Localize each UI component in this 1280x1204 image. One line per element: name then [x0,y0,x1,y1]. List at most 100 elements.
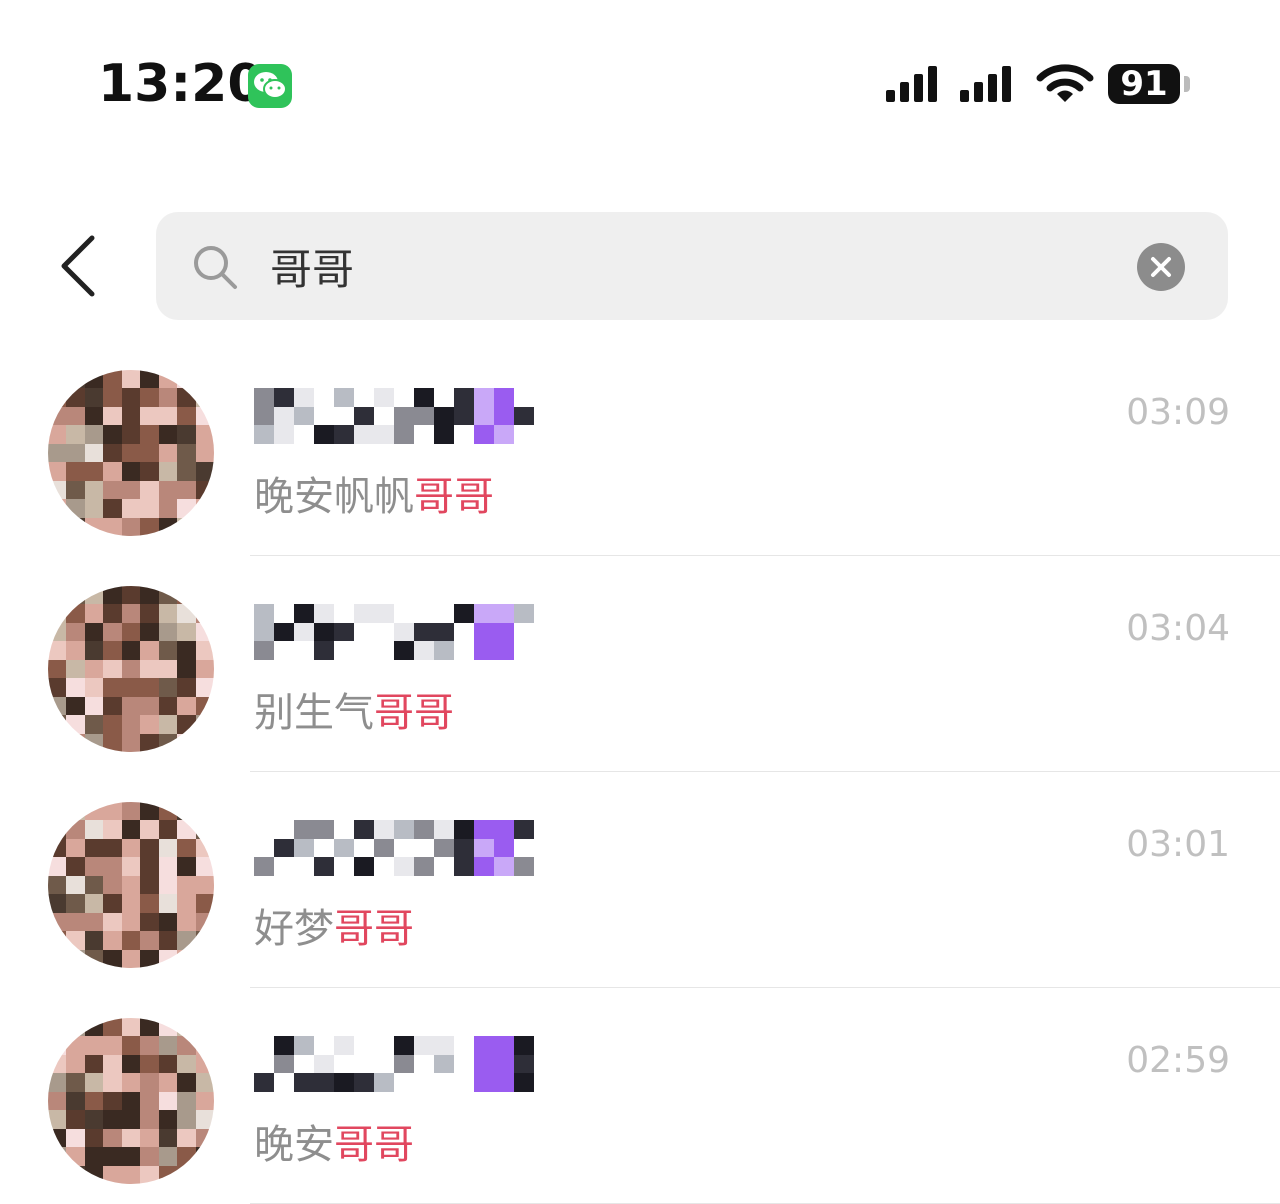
mosaic-tile [48,733,67,752]
back-button[interactable] [52,232,108,300]
mosaic-tile [494,425,514,444]
mosaic-tile [314,1054,334,1074]
mosaic-tile [84,604,104,623]
mosaic-tile [534,604,554,623]
mosaic-tile [121,388,141,407]
mosaic-tile [177,696,196,716]
mosaic-tile [66,641,85,660]
mosaic-tile [66,875,85,895]
mosaic-tile [294,1054,314,1074]
mosaic-tile [454,604,474,623]
mosaic-tile [554,604,574,623]
mosaic-tile [195,517,214,536]
mosaic-tile [84,1091,104,1111]
mosaic-tile [195,499,214,518]
mosaic-tile [158,462,178,481]
mosaic-tile [254,820,274,839]
mosaic-tile [158,370,178,389]
mosaic-tile [140,838,159,858]
mosaic-tile [121,462,141,481]
mosaic-tile [158,1054,178,1074]
mosaic-tile [195,443,214,463]
mosaic-tile [103,641,122,660]
mosaic-tile [254,388,274,407]
mosaic-tile [48,641,67,660]
mosaic-tile [66,912,85,932]
chat-result-row[interactable]: 03:04 别生气哥哥 [0,556,1280,772]
mosaic-tile [140,586,159,605]
mosaic-tile [274,388,294,407]
mosaic-tile [158,480,178,500]
mosaic-tile [314,1036,334,1055]
mosaic-tile [121,820,141,839]
mosaic-tile [66,370,85,389]
mosaic-tile [195,604,214,623]
mosaic-tile [274,820,294,839]
mosaic-tile [494,820,514,839]
chat-result-row[interactable]: 03:09 晚安帆帆哥哥 [0,340,1280,556]
mosaic-tile [514,604,534,623]
mosaic-tile [103,659,122,679]
cellular-signal-2-icon [960,66,1011,102]
mosaic-tile [84,1018,104,1037]
clear-search-button[interactable] [1137,243,1185,291]
mosaic-tile [514,857,534,876]
mosaic-tile [195,1110,214,1129]
mosaic-tile [514,622,534,642]
mosaic-tile [195,425,214,444]
chat-result-row[interactable]: 03:01 好梦哥哥 [0,772,1280,988]
mosaic-tile [140,1147,159,1166]
mosaic-tile [195,931,214,950]
mosaic-tile [474,641,494,660]
mosaic-tile [66,462,85,481]
mosaic-tile [103,949,122,968]
mosaic-tile [140,622,159,642]
chat-result-row[interactable]: 02:59 晚安哥哥 [0,988,1280,1204]
mosaic-tile [121,838,141,858]
mosaic-tile [103,912,122,932]
mosaic-tile [84,931,104,950]
mosaic-tile [103,875,122,895]
mosaic-tile [103,802,122,821]
mosaic-tile [158,406,178,426]
avatar-pixelated [48,802,214,968]
mosaic-tile [534,425,554,444]
close-icon [1151,257,1171,277]
mosaic-tile [140,1073,159,1092]
mosaic-tile [454,425,474,444]
mosaic-tile [48,678,67,697]
mosaic-tile [140,406,159,426]
mosaic-tile [103,931,122,950]
mosaic-tile [354,604,374,623]
mosaic-tile [140,715,159,734]
mosaic-tile [177,370,196,389]
mosaic-tile [177,949,196,968]
avatar-pixelated [48,1018,214,1184]
mosaic-tile [48,480,67,500]
mosaic-tile [177,857,196,876]
mosaic-tile [48,802,67,821]
mosaic-tile [454,1036,474,1055]
mosaic-tile [177,1054,196,1074]
mosaic-tile [48,517,67,536]
mosaic-tile [314,604,334,623]
mosaic-tile [66,715,85,734]
mosaic-tile [195,838,214,858]
mosaic-tile [158,641,178,660]
mosaic-tile [177,1091,196,1111]
mosaic-tile [66,1036,85,1055]
mosaic-tile [158,1036,178,1055]
mosaic-tile [274,425,294,444]
mosaic-tile [534,857,554,876]
mosaic-tile [314,1073,334,1092]
mosaic-tile [103,1091,122,1111]
mosaic-tile [474,1036,494,1055]
mosaic-tile [121,604,141,623]
mosaic-tile [48,949,67,968]
mosaic-tile [84,1073,104,1092]
search-bar[interactable]: 哥哥 [156,212,1228,320]
mosaic-tile [103,1073,122,1092]
search-input[interactable]: 哥哥 [270,236,354,297]
mosaic-tile [66,931,85,950]
mosaic-tile [158,912,178,932]
